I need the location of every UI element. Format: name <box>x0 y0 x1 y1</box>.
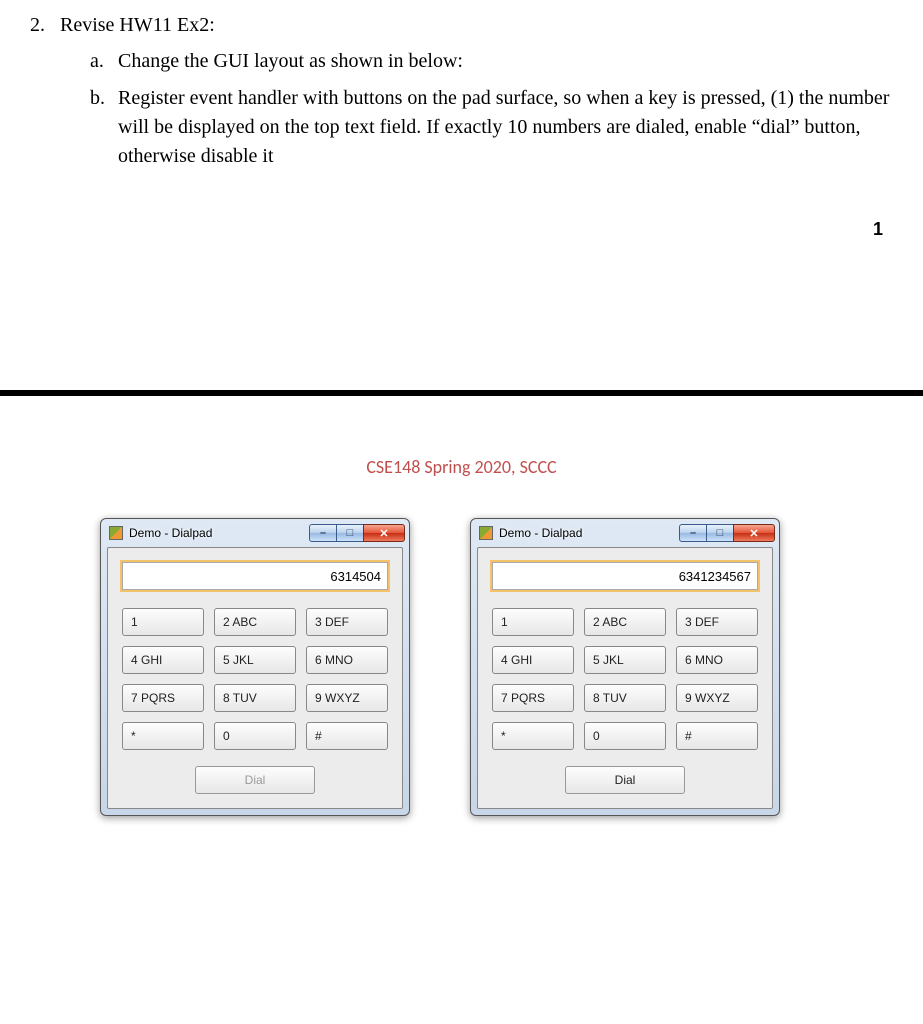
key-4[interactable]: 4 GHI <box>492 646 574 674</box>
app-icon <box>109 526 123 540</box>
key-8[interactable]: 8 TUV <box>584 684 666 712</box>
titlebar[interactable]: Demo - Dialpad – □ ✕ <box>471 519 779 547</box>
key-6[interactable]: 6 MNO <box>676 646 758 674</box>
minimize-button[interactable]: – <box>679 524 707 542</box>
page-divider <box>0 390 923 396</box>
key-star[interactable]: * <box>122 722 204 750</box>
dial-button: Dial <box>195 766 315 794</box>
key-5[interactable]: 5 JKL <box>584 646 666 674</box>
key-3[interactable]: 3 DEF <box>676 608 758 636</box>
key-star[interactable]: * <box>492 722 574 750</box>
key-3[interactable]: 3 DEF <box>306 608 388 636</box>
subitem-b: b. Register event handler with buttons o… <box>90 84 893 171</box>
number-display[interactable] <box>492 562 758 590</box>
key-0[interactable]: 0 <box>584 722 666 750</box>
subitem-b-letter: b. <box>90 84 118 171</box>
key-2[interactable]: 2 ABC <box>584 608 666 636</box>
window-title: Demo - Dialpad <box>129 526 310 540</box>
dial-button[interactable]: Dial <box>565 766 685 794</box>
close-button[interactable]: ✕ <box>733 524 775 542</box>
key-1[interactable]: 1 <box>492 608 574 636</box>
window-title: Demo - Dialpad <box>499 526 680 540</box>
close-button[interactable]: ✕ <box>363 524 405 542</box>
minimize-button[interactable]: – <box>309 524 337 542</box>
key-8[interactable]: 8 TUV <box>214 684 296 712</box>
key-2[interactable]: 2 ABC <box>214 608 296 636</box>
number-display[interactable] <box>122 562 388 590</box>
key-hash[interactable]: # <box>676 722 758 750</box>
problem-number: 2. <box>30 14 60 37</box>
subitem-a-text: Change the GUI layout as shown in below: <box>118 47 463 76</box>
titlebar[interactable]: Demo - Dialpad – □ ✕ <box>101 519 409 547</box>
subitem-a: a. Change the GUI layout as shown in bel… <box>90 47 893 76</box>
problem-title: Revise HW11 Ex2: <box>60 14 215 37</box>
key-6[interactable]: 6 MNO <box>306 646 388 674</box>
key-7[interactable]: 7 PQRS <box>122 684 204 712</box>
key-9[interactable]: 9 WXYZ <box>306 684 388 712</box>
key-9[interactable]: 9 WXYZ <box>676 684 758 712</box>
maximize-button[interactable]: □ <box>336 524 364 542</box>
subitem-b-text: Register event handler with buttons on t… <box>118 84 893 171</box>
course-heading: CSE148 Spring 2020, SCCC <box>0 456 923 478</box>
key-5[interactable]: 5 JKL <box>214 646 296 674</box>
dialpad-window-left: Demo - Dialpad – □ ✕ 1 2 ABC 3 DEF 4 GHI… <box>100 518 410 816</box>
key-7[interactable]: 7 PQRS <box>492 684 574 712</box>
key-hash[interactable]: # <box>306 722 388 750</box>
key-0[interactable]: 0 <box>214 722 296 750</box>
maximize-button[interactable]: □ <box>706 524 734 542</box>
page-number: 1 <box>30 179 893 250</box>
key-4[interactable]: 4 GHI <box>122 646 204 674</box>
key-1[interactable]: 1 <box>122 608 204 636</box>
dialpad-window-right: Demo - Dialpad – □ ✕ 1 2 ABC 3 DEF 4 GHI… <box>470 518 780 816</box>
subitem-a-letter: a. <box>90 47 118 76</box>
app-icon <box>479 526 493 540</box>
problem-heading: 2. Revise HW11 Ex2: <box>30 14 893 37</box>
